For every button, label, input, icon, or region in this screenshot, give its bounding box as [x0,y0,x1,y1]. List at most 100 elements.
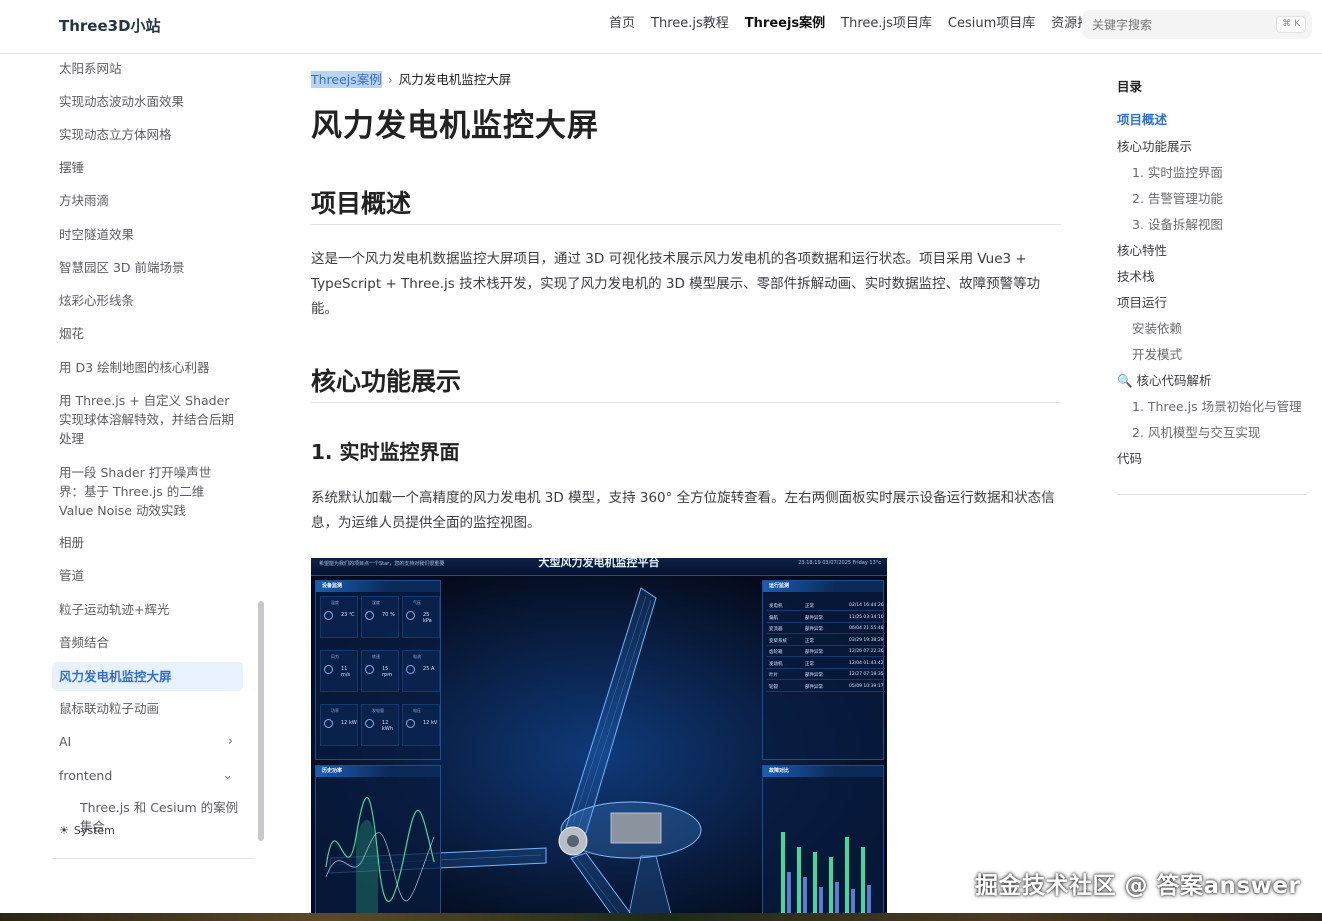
gauge-icon [406,665,415,674]
toc-item[interactable]: 🔍 核心代码解析 [1117,370,1212,389]
metric-value: 25 kPa [423,612,432,624]
metric-card: 气压 25 kPa [402,596,440,638]
breadcrumb-current: 风力发电机监控大屏 [398,72,512,87]
theme-label: System [73,824,115,837]
panel-title: 历史功率 [322,768,343,774]
status-name: 齿轮箱 [769,650,783,655]
toc-item[interactable]: 2. 风机模型与交互实现 [1132,422,1260,441]
sun-icon: ☀ [59,824,69,837]
sidebar-item[interactable]: 管道 [52,566,243,585]
toc-item[interactable]: 1. Three.js 场景初始化与管理 [1132,396,1302,415]
toc-item[interactable]: 项目概述 [1117,109,1167,128]
chevron-down-icon: ⌄ [222,768,233,783]
sidebar-divider [52,858,255,859]
sidebar-item[interactable]: 相册 [52,533,243,552]
fault-compare-chart [781,832,871,914]
toc-item[interactable]: 安装依赖 [1132,318,1182,337]
metric-card: 发电量 12 kWh [361,704,399,746]
sidebar-item[interactable]: 实现动态波动水面效果 [52,92,243,111]
sidebar-item[interactable]: 粒子运动轨迹+辉光 [52,600,243,619]
toc-item[interactable]: 3. 设备拆解视图 [1132,214,1223,233]
site-logo[interactable]: Three3D小站 [59,15,161,36]
metric-card: 电压 12 kV [402,704,440,746]
sidebar-item[interactable]: 实现动态立方体网格 [52,125,243,144]
sidebar-scrollbar[interactable] [258,601,264,841]
heading-realtime: 1. 实时监控界面 [311,440,460,464]
panel-title: 故障对比 [769,768,790,774]
status-state: 正常 [805,661,814,667]
sidebar-item[interactable]: 用一段 Shader 打开噪声世界：基于 Three.js 的二维 Value … [52,463,243,520]
chevron-right-icon: › [227,734,233,749]
sidebar-item[interactable]: 摆锤 [52,158,243,177]
sidebar-item[interactable]: 用 D3 绘制地图的核心利器 [52,358,243,377]
metric-label: 发电量 [372,708,384,713]
gauge-icon [406,719,415,728]
status-row: 偏航 部件异常 11/25 03:34:10 [767,613,885,623]
sidebar-item[interactable]: 鼠标联动粒子动画 [52,699,243,718]
gauge-icon [324,719,333,728]
toc-item[interactable]: 技术栈 [1117,266,1155,285]
toc-item[interactable]: 项目运行 [1117,292,1167,311]
metric-card: 湿度 70 % [361,596,399,638]
gauge-icon [324,611,333,620]
nav-threejs-cases[interactable]: Threejs案例 [737,15,833,33]
metric-label: 电流 [413,654,421,659]
theme-switch[interactable]: ☀ System [59,824,115,837]
sidebar-group-frontend[interactable]: frontend ⌄ [52,766,243,785]
search-shortcut-badge: ⌘ K [1276,16,1306,33]
dashboard-time: 23:18:19 03/07/2025 Friday 13°c [798,560,881,566]
status-name: 发电机 [769,604,783,609]
nav-cesium-projects[interactable]: Cesium项目库 [940,15,1043,33]
dashboard-header: 希望能为我们的项目点一个Star，您的支持对我们很重要 大型风力发电机监控平台 … [311,558,887,576]
status-state: 部件异常 [805,615,823,621]
sidebar-group-label: frontend [59,768,113,783]
sidebar-item[interactable]: 炫彩心形线条 [52,291,243,310]
sidebar-item[interactable]: 烟花 [52,324,243,343]
gauge-icon [365,719,374,728]
nav-threejs-projects[interactable]: Three.js项目库 [833,15,940,33]
search-input[interactable] [1092,15,1272,34]
sidebar-group-ai[interactable]: AI › [52,732,243,751]
metric-value: 15 rpm [382,666,393,678]
status-time: 03/29 19:38:29 [849,637,884,643]
metric-label: 湿度 [372,600,380,605]
toc-item[interactable]: 1. 实时监控界面 [1132,162,1223,181]
panel-title: 设备监测 [322,583,343,589]
gauge-icon [365,665,374,674]
status-time: 12/26 07:22:36 [849,649,884,654]
metric-label: 电压 [413,708,421,713]
sidebar-item[interactable]: 用 Three.js + 自定义 Shader 实现球体溶解特效，并结合后期处理 [52,391,243,448]
status-row: 发电机 正常 02/14 16:44:26 [767,601,885,611]
search-box[interactable]: ⌘ K [1082,10,1312,39]
toc-item[interactable]: 代码 [1117,448,1142,467]
history-power-panel: 历史功率 [315,765,441,914]
sidebar-item[interactable]: 风力发电机监控大屏 [52,662,243,691]
toc-item[interactable]: 开发模式 [1132,344,1182,363]
toc-item[interactable]: 核心特性 [1117,240,1167,259]
sidebar-item[interactable]: 时空隧道效果 [52,225,243,244]
metric-value: 12 kW [341,720,357,726]
metric-card: 温度 23 ℃ [320,596,358,638]
metric-value: 25 A [423,666,435,672]
status-row: 轮毂 部件异常 05/09 10:39:17 [767,682,885,692]
status-time: 05/09 10:39:17 [849,683,884,689]
sidebar-item[interactable]: 智慧园区 3D 前端场景 [52,258,243,277]
nav-home[interactable]: 首页 [601,15,643,33]
status-name: 叶片 [769,673,778,678]
status-state: 正常 [805,604,814,609]
toc-item[interactable]: 2. 告警管理功能 [1132,188,1223,207]
sidebar-item[interactable]: 太阳系网站 [52,59,243,78]
sidebar-item[interactable]: 音频结合 [52,633,243,652]
metric-value: 12 kWh [382,720,394,732]
breadcrumb-parent[interactable]: Threejs案例 [311,71,382,88]
status-name: 变流器 [769,627,783,632]
run-monitor-panel: 运行监测 发电机 正常 02/14 16:44:26 偏航 部件异常 11/25 03:3… [762,580,885,760]
nav-threejs-tutorial[interactable]: Three.js教程 [643,15,737,33]
status-time: 06/04 21:55:48 [849,626,884,631]
sidebar-item[interactable]: 方块雨滴 [52,191,243,210]
metric-label: 气压 [413,600,421,605]
metric-label: 转速 [372,654,380,659]
history-power-chart [325,797,435,914]
toc-item[interactable]: 核心功能展示 [1117,136,1192,155]
sidebar: 太阳系网站实现动态波动水面效果 实现动态立方体网格 摆锤方块雨滴时空隧道效果 智慧园区… [0,55,268,921]
